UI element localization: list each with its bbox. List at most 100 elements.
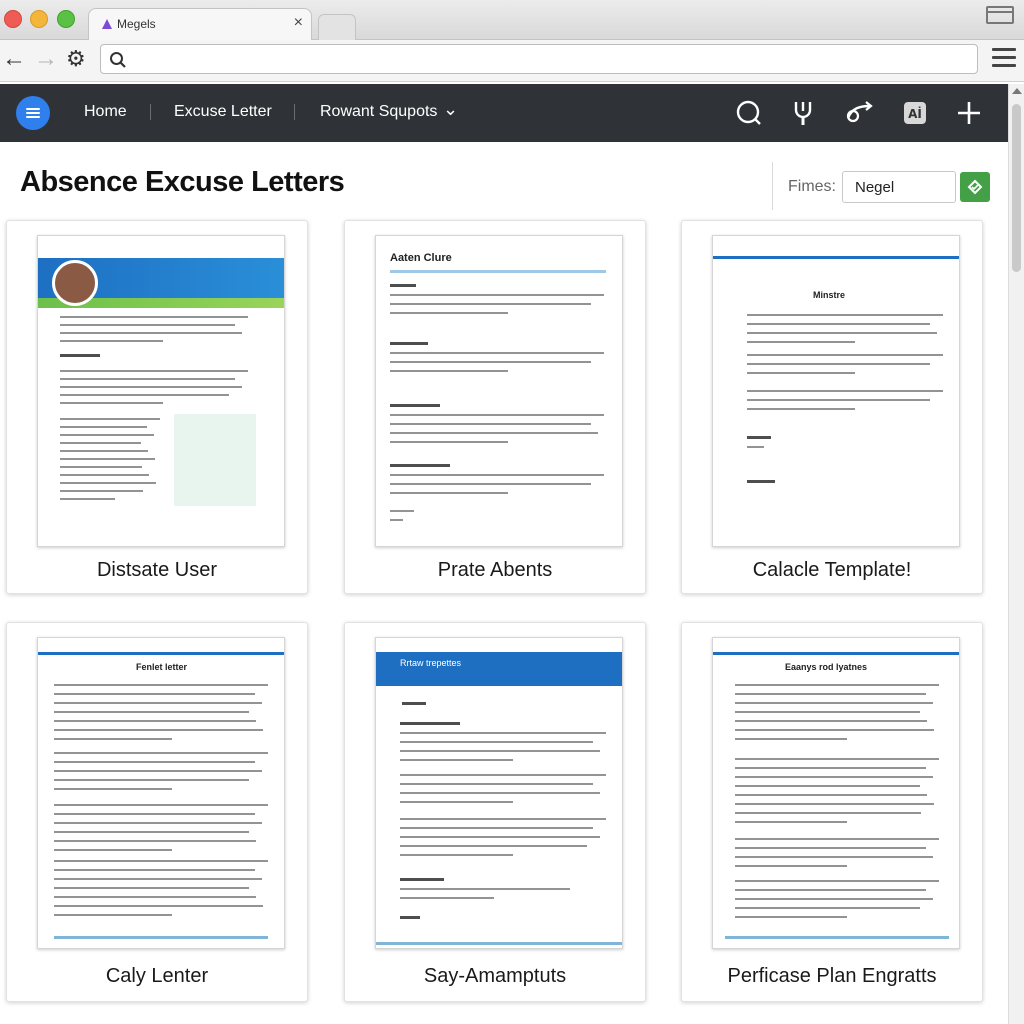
- translate-icon[interactable]: Aİ: [898, 96, 932, 130]
- doc-subheading: [390, 404, 440, 407]
- tools-icon[interactable]: [786, 96, 820, 130]
- doc-text-line: [735, 821, 847, 823]
- link-icon[interactable]: [842, 96, 876, 130]
- doc-text-line: [400, 827, 593, 829]
- doc-text-line: [60, 394, 229, 396]
- doc-text-line: [54, 914, 172, 916]
- doc-text-line: [54, 761, 255, 763]
- doc-text-line: [400, 801, 513, 803]
- doc-rule: [725, 936, 949, 939]
- template-preview: Eaanys rod lyatnes: [712, 637, 960, 949]
- doc-text-line: [390, 361, 591, 363]
- doc-text-line: [54, 869, 255, 871]
- template-card[interactable]: Rrtaw trepettes Say-Amamptuts: [344, 622, 646, 1002]
- doc-text-line: [54, 878, 262, 880]
- doc-text-line: [400, 732, 606, 734]
- doc-text-line: [54, 711, 249, 713]
- app-menu-icon[interactable]: [16, 96, 50, 130]
- tab-title: Megels: [117, 17, 156, 31]
- doc-text-line: [400, 845, 587, 847]
- page-scrollbar[interactable]: [1008, 84, 1024, 1024]
- template-card[interactable]: Distsate User: [6, 220, 308, 594]
- template-card[interactable]: Eaanys rod lyatnes Perficase Plan Engrat…: [681, 622, 983, 1002]
- doc-text-line: [735, 776, 933, 778]
- chevron-down-icon[interactable]: ⌄: [443, 99, 458, 120]
- doc-text-line: [390, 370, 508, 372]
- minimize-window-button[interactable]: [30, 10, 48, 28]
- filter-divider: [772, 162, 773, 210]
- doc-text-line: [400, 774, 606, 776]
- filter-input[interactable]: [842, 171, 956, 203]
- nav-home[interactable]: Home: [84, 103, 127, 121]
- doc-subheading: [402, 702, 426, 705]
- doc-subheading: [747, 480, 775, 483]
- nav-dropdown[interactable]: Rowant Squpots: [320, 103, 437, 121]
- browser-menu-icon[interactable]: [992, 48, 1016, 70]
- browser-toolbar: ← → ⚙: [0, 40, 1024, 82]
- template-title: Say-Amamptuts: [423, 965, 567, 987]
- new-tab-button[interactable]: [318, 14, 356, 41]
- doc-text-line: [54, 831, 249, 833]
- doc-text-line: [400, 750, 600, 752]
- close-window-button[interactable]: [4, 10, 22, 28]
- doc-text-line: [60, 458, 155, 460]
- doc-text-line: [390, 510, 414, 512]
- doc-text-line: [390, 483, 591, 485]
- gear-icon[interactable]: ⚙: [66, 45, 86, 73]
- doc-heading: Fenlet letter: [136, 662, 188, 672]
- doc-text-line: [54, 788, 172, 790]
- nav-separator: [150, 104, 151, 120]
- page-title: Absence Excuse Letters: [20, 166, 345, 198]
- window-restore-icon[interactable]: [986, 6, 1014, 24]
- forward-arrow-icon[interactable]: →: [34, 45, 58, 73]
- doc-text-line: [735, 785, 920, 787]
- doc-text-line: [60, 378, 235, 380]
- doc-text-line: [60, 442, 141, 444]
- doc-text-line: [747, 314, 943, 316]
- filter-label: Fimes:: [788, 178, 836, 195]
- doc-rule: [38, 652, 284, 655]
- svg-text:Aİ: Aİ: [908, 106, 922, 121]
- address-bar[interactable]: [100, 44, 978, 74]
- doc-text-line: [390, 352, 604, 354]
- doc-text-line: [735, 880, 939, 882]
- doc-text-line: [60, 498, 115, 500]
- doc-subheading: [390, 464, 450, 467]
- plus-icon[interactable]: [952, 96, 986, 130]
- doc-text-line: [54, 804, 268, 806]
- doc-text-line: [735, 838, 939, 840]
- back-arrow-icon[interactable]: ←: [2, 45, 26, 73]
- search-icon[interactable]: [732, 96, 766, 130]
- doc-text-line: [54, 896, 256, 898]
- doc-text-line: [54, 738, 172, 740]
- template-title: Distsate User: [96, 559, 218, 581]
- doc-text-line: [735, 711, 920, 713]
- scroll-thumb[interactable]: [1012, 104, 1021, 272]
- template-title: Perficase Plan Engratts: [727, 965, 937, 987]
- tab-close-icon[interactable]: ×: [294, 14, 303, 32]
- doc-text-line: [390, 303, 591, 305]
- doc-rule: [54, 936, 268, 939]
- doc-text-line: [390, 414, 604, 416]
- doc-text-line: [735, 847, 926, 849]
- template-preview: Minstre: [712, 235, 960, 547]
- browser-tab[interactable]: Megels ×: [88, 8, 312, 41]
- scroll-up-icon[interactable]: [1012, 88, 1022, 94]
- doc-text-line: [735, 758, 939, 760]
- doc-text-line: [390, 519, 403, 521]
- zoom-window-button[interactable]: [57, 10, 75, 28]
- doc-text-line: [735, 803, 934, 805]
- template-card[interactable]: Fenlet letter Caly Lenter: [6, 622, 308, 1002]
- doc-text-line: [747, 341, 855, 343]
- doc-text-line: [747, 323, 930, 325]
- doc-text-line: [747, 446, 764, 448]
- doc-text-line: [735, 898, 933, 900]
- doc-subheading: [400, 722, 460, 725]
- nav-excuse-letter[interactable]: Excuse Letter: [174, 103, 272, 121]
- template-card[interactable]: Aaten Clure Prate Abents: [344, 220, 646, 594]
- filter-apply-button[interactable]: [960, 172, 990, 202]
- doc-text-line: [747, 372, 855, 374]
- doc-text-line: [54, 720, 256, 722]
- template-card[interactable]: Minstre Calacle Template!: [681, 220, 983, 594]
- template-preview: [37, 235, 285, 547]
